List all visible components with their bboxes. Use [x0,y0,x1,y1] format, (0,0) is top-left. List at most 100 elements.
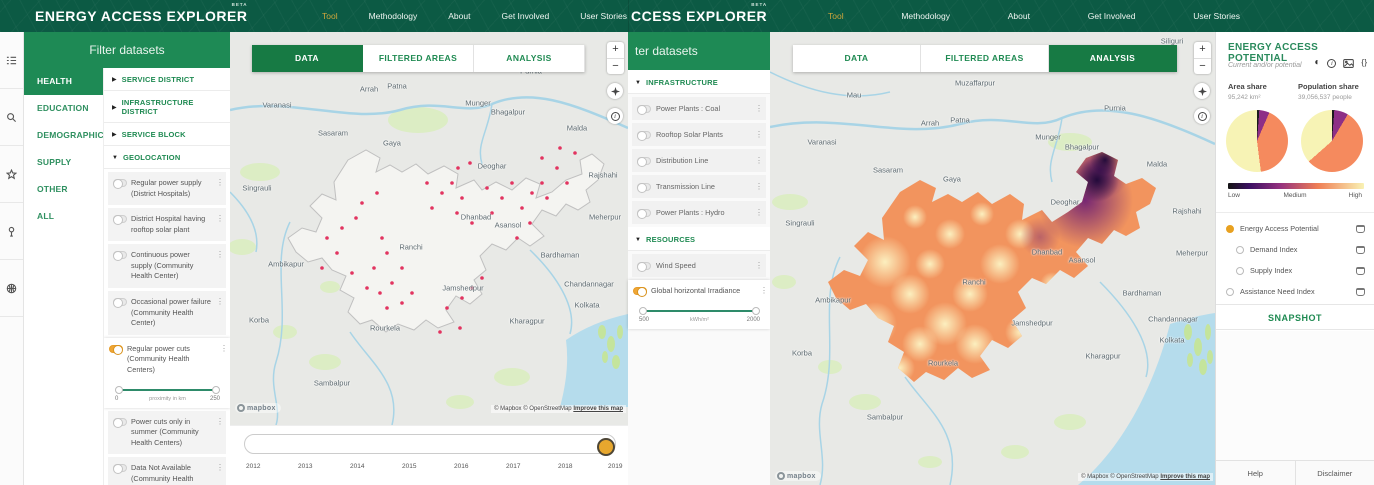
category-item[interactable]: HEALTH [24,68,103,95]
nav-tool[interactable]: Tool [322,11,338,21]
map-info-button[interactable]: i [1194,108,1210,124]
dataset-toggle[interactable] [113,179,127,189]
dataset-toggle[interactable] [113,215,127,226]
nav-get-involved[interactable]: Get Involved [1088,11,1136,21]
timeline-track[interactable] [244,434,616,456]
category-item[interactable]: ALL [24,203,103,230]
kebab-menu-icon[interactable]: ⋮ [755,261,763,270]
slider-track[interactable] [119,388,216,391]
zoom-out-button[interactable]: − [607,58,624,74]
improve-map-link[interactable]: Improve this map [573,406,623,412]
proximity-slider[interactable]: 0 proximity in km 250 [115,385,220,402]
sidebar-item-region[interactable] [0,260,23,317]
dataset-toggle-on[interactable] [633,287,647,297]
nav-methodology[interactable]: Methodology [369,11,418,21]
index-option[interactable]: Demand Index [1216,239,1374,260]
dataset-toggle[interactable] [637,131,651,141]
dataset-item[interactable]: Regular power supply (District Hospitals… [108,172,226,206]
tab-data[interactable]: DATA [793,45,921,72]
index-option[interactable]: Supply Index [1216,260,1374,281]
category-item[interactable]: DEMOGRAPHICS [24,122,110,149]
dataset-item[interactable]: Power Plants : Coal ⋮ [632,97,766,120]
tab-filtered-areas[interactable]: FILTERED AREAS [363,45,474,72]
radio-icon[interactable] [1226,287,1234,296]
dataset-toggle[interactable] [637,209,651,219]
dataset-item[interactable]: Rooftop Solar Plants ⋮ [632,123,766,146]
kebab-menu-icon[interactable]: ⋮ [755,182,763,191]
dataset-group-service-block[interactable]: SERVICE BLOCK [104,123,230,146]
sidebar-item-location[interactable] [0,203,23,260]
dataset-item[interactable]: Distribution Line ⋮ [632,149,766,172]
map-style-button[interactable] [607,83,623,99]
slider-handle-min[interactable] [115,385,123,394]
nav-user-stories[interactable]: User Stories [1193,11,1240,21]
radio-icon[interactable] [1236,245,1244,254]
nav-tool[interactable]: Tool [828,11,844,21]
help-button[interactable]: Help [1216,461,1296,485]
nav-user-stories[interactable]: User Stories [580,11,627,21]
kebab-menu-icon[interactable]: ⋮ [220,344,228,353]
kebab-menu-icon[interactable]: ⋮ [755,130,763,139]
dataset-group-geolocation[interactable]: GEOLOCATION [104,146,230,169]
timeline-handle[interactable] [597,438,615,456]
nav-about[interactable]: About [448,11,470,21]
slider-handle-min[interactable] [639,306,647,315]
tab-analysis[interactable]: ANALYSIS [1049,45,1177,72]
nav-methodology[interactable]: Methodology [901,11,950,21]
mapbox-logo[interactable]: mapbox [235,403,281,413]
slider-handle-max[interactable] [212,385,220,394]
dataset-toggle[interactable] [637,183,651,193]
dataset-item[interactable]: Data Not Available (Community Health Cen… [108,457,226,485]
slider-track[interactable] [643,309,756,312]
dataset-item[interactable]: Occasional power failure (Community Heal… [108,291,226,335]
export-icon[interactable] [1356,245,1365,254]
image-icon[interactable] [1343,58,1355,68]
kebab-menu-icon[interactable]: ⋮ [760,286,768,295]
disclaimer-button[interactable]: Disclaimer [1296,461,1374,485]
dataset-toggle[interactable] [637,105,651,115]
dataset-item[interactable]: Power cuts only in summer (Community Hea… [108,410,226,455]
kebab-menu-icon[interactable]: ⋮ [216,214,224,223]
kebab-menu-icon[interactable]: ⋮ [755,104,763,113]
mapbox-logo[interactable]: mapbox [775,471,821,481]
map-info-button[interactable]: i [607,108,623,124]
export-icon[interactable] [1356,224,1365,233]
dataset-item-active[interactable]: Regular power cuts (Community Health Cen… [104,337,230,408]
sidebar-item-favorites[interactable] [0,146,23,203]
kebab-menu-icon[interactable]: ⋮ [755,208,763,217]
zoom-in-button[interactable]: + [607,42,624,58]
dataset-item-wind[interactable]: Wind Speed ⋮ [632,254,766,277]
code-icon[interactable]: { } [1361,58,1366,68]
dataset-item[interactable]: Continuous power supply (Community Healt… [108,244,226,289]
dataset-toggle-on[interactable] [109,344,123,355]
radio-icon[interactable] [1236,266,1244,275]
kebab-menu-icon[interactable]: ⋮ [216,178,224,187]
sidebar-item-datasets[interactable] [0,32,23,89]
dataset-group-infrastructure-district[interactable]: INFRASTRUCTURE DISTRICT [104,91,230,123]
app-logo[interactable]: ENERGY ACCESS EXPLORER BETA [35,2,248,24]
slider-handle-max[interactable] [752,306,760,315]
map-analysis-view[interactable]: Siliguri Mau Muzaffarpur Purnia Varanasi Arra… [770,32,1215,485]
dataset-toggle[interactable] [637,262,651,272]
app-logo-cropped[interactable]: CCESS EXPLORER BETA [631,2,767,24]
dataset-toggle[interactable] [113,464,127,475]
index-option[interactable]: Assistance Need Index [1216,281,1374,302]
tab-filtered-areas[interactable]: FILTERED AREAS [921,45,1049,72]
dataset-item[interactable]: Transmission Line ⋮ [632,175,766,198]
category-item[interactable]: OTHER [24,176,103,203]
kebab-menu-icon[interactable]: ⋮ [216,250,224,259]
dataset-item[interactable]: District Hospital having rooftop solar p… [108,208,226,242]
section-resources[interactable]: RESOURCES [628,227,770,251]
category-item[interactable]: SUPPLY [24,149,103,176]
dataset-item-ghi-active[interactable]: Global horizontal Irradiance ⋮ 500 kWh/m… [628,280,770,329]
tab-analysis[interactable]: ANALYSIS [474,45,585,72]
export-icon[interactable] [1356,287,1365,296]
map-data-view[interactable]: VaranasiArrahPatnaPurniaMungerBhagalpurM… [230,32,628,425]
nav-about[interactable]: About [1008,11,1030,21]
snapshot-button[interactable]: SNAPSHOT [1216,304,1374,330]
kebab-menu-icon[interactable]: ⋮ [216,463,224,472]
irradiance-slider[interactable]: 500 kWh/m² 2000 [639,306,760,323]
dataset-toggle[interactable] [637,157,651,167]
improve-map-link[interactable]: Improve this map [1160,474,1210,480]
map-style-button[interactable] [1194,83,1210,99]
